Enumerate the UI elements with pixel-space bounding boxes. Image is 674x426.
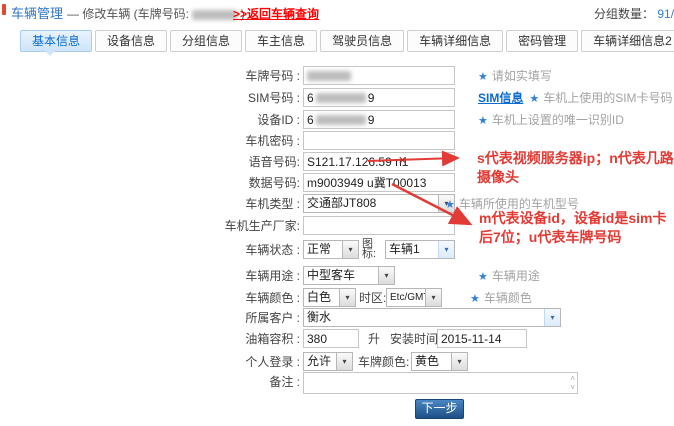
- vehicle-color-select[interactable]: 白色 ▾: [303, 288, 356, 307]
- manufacturer-label: 车机生产厂家:: [225, 216, 300, 236]
- group-count-value: 91/500: [657, 7, 674, 21]
- fuel-capacity-input[interactable]: [303, 329, 359, 348]
- personal-login-label: 个人登录 :: [245, 352, 300, 372]
- vehicle-usage-hint: ★车辆用途: [478, 266, 540, 287]
- device-id-prefix: 6: [307, 113, 314, 127]
- chevron-down-icon: ▾: [378, 267, 394, 284]
- next-step-button[interactable]: 下一步: [415, 399, 464, 419]
- chevron-down-icon: ▾: [339, 289, 355, 306]
- note-textarea[interactable]: ˄˅: [303, 372, 578, 394]
- redaction-blur: [316, 115, 366, 125]
- voice-number-input[interactable]: [303, 152, 455, 171]
- plate-color-label: 车牌颜色:: [358, 352, 409, 372]
- device-id-hint: ★车机上设置的唯一识别ID: [478, 110, 624, 131]
- spinner-icons: ˄˅: [570, 374, 575, 392]
- fuel-unit-label: 升: [368, 329, 380, 349]
- plate-number-row: 车牌号码 : ★请如实填写: [0, 66, 674, 86]
- vehicle-icon-select[interactable]: 车辆1 ▾: [385, 240, 455, 259]
- vehicle-usage-label: 车辆用途 :: [245, 266, 300, 286]
- required-star-icon: ★: [529, 93, 539, 105]
- vehicle-color-row: 车辆颜色 : 白色 ▾ 时区: Etc/GMT0 ▾ ★车辆颜色: [0, 288, 674, 308]
- vehicle-edit-page: 车辆管理— 修改车辆 (车牌号码: ) >>返回车辆查询 分组数量： 91/50…: [0, 0, 674, 426]
- tab-basic-info[interactable]: 基本信息: [20, 30, 92, 52]
- tab-vehicle-detail[interactable]: 车辆详细信息: [407, 30, 503, 52]
- customer-label: 所属客户 :: [245, 308, 300, 328]
- vehicle-usage-row: 车辆用途 : 中型客车 ▾ ★车辆用途: [0, 266, 674, 286]
- data-number-input[interactable]: [303, 173, 455, 192]
- device-id-input[interactable]: 6 9: [303, 110, 455, 129]
- data-number-label: 数据号码:: [249, 173, 300, 193]
- vehicle-color-hint: ★车辆颜色: [470, 288, 532, 309]
- voice-number-label: 语音号码:: [249, 152, 300, 172]
- icon-label: 图标:: [362, 239, 376, 259]
- chevron-down-icon: ▾: [336, 353, 352, 370]
- required-star-icon: ★: [445, 199, 455, 211]
- sim-number-row: SIM号码 : 6 9 SIM信息★车机上使用的SIM卡号码: [0, 88, 674, 108]
- group-count: 分组数量： 91/500: [594, 5, 674, 22]
- manufacturer-input[interactable]: [303, 216, 455, 235]
- sim-number-input[interactable]: 6 9: [303, 88, 455, 107]
- back-to-vehicle-query-link[interactable]: >>返回车辆查询: [233, 5, 319, 22]
- customer-select[interactable]: 衡水 ▾: [303, 308, 561, 327]
- page-title: 车辆管理: [11, 6, 63, 21]
- tab-owner-info[interactable]: 车主信息: [245, 30, 317, 52]
- sim-value-suffix: 9: [368, 91, 375, 105]
- plate-color-select[interactable]: 黄色 ▾: [411, 352, 468, 371]
- note-row: 备注 : ˄˅: [0, 372, 674, 396]
- device-type-select[interactable]: 交通部JT808 ▾: [303, 194, 455, 213]
- voice-number-annotation: s代表视频服务器ip；n代表几路摄像头: [477, 149, 674, 187]
- chevron-down-icon: ▾: [438, 241, 454, 258]
- personal-login-row: 个人登录 : 允许 ▾ 车牌颜色: 黄色 ▾: [0, 352, 674, 372]
- sim-value-prefix: 6: [307, 91, 314, 105]
- device-id-label: 设备ID :: [257, 110, 300, 130]
- timezone-label: 时区:: [359, 288, 386, 308]
- install-time-input[interactable]: [437, 329, 527, 348]
- sim-number-label: SIM号码 :: [248, 88, 300, 108]
- redacted-plate-number: [192, 10, 237, 20]
- chevron-down-icon: ▾: [544, 309, 560, 326]
- vehicle-status-select[interactable]: 正常 ▾: [303, 240, 359, 259]
- group-count-label: 分组数量：: [594, 7, 654, 21]
- customer-row: 所属客户 : 衡水 ▾: [0, 308, 674, 328]
- page-subtitle: — 修改车辆 (车牌号码:: [67, 7, 189, 21]
- chevron-down-icon: ▾: [451, 353, 467, 370]
- device-password-row: 车机密码 :: [0, 131, 674, 151]
- device-id-row: 设备ID : 6 9 ★车机上设置的唯一识别ID: [0, 110, 674, 130]
- device-id-suffix: 9: [368, 113, 375, 127]
- tab-driver-info[interactable]: 驾驶员信息: [320, 30, 404, 52]
- fuel-capacity-row: 油箱容积 : 升 安装时间:: [0, 329, 674, 349]
- tab-device-info[interactable]: 设备信息: [95, 30, 167, 52]
- tab-vehicle-detail2[interactable]: 车辆详细信息2: [581, 30, 674, 52]
- required-star-icon: ★: [478, 115, 488, 127]
- tab-group-info[interactable]: 分组信息: [170, 30, 242, 52]
- sim-hint: SIM信息★车机上使用的SIM卡号码: [478, 88, 673, 109]
- tab-password-mgmt[interactable]: 密码管理: [506, 30, 578, 52]
- page-header: 车辆管理— 修改车辆 (车牌号码: ): [11, 3, 245, 22]
- chevron-down-icon: ▾: [342, 241, 358, 258]
- note-label: 备注 :: [269, 372, 300, 392]
- device-password-label: 车机密码 :: [245, 131, 300, 151]
- timezone-select[interactable]: Etc/GMT0 ▾: [386, 288, 442, 307]
- plate-number-label: 车牌号码 :: [245, 66, 300, 86]
- data-number-annotation: m代表设备id，设备id是sim卡后7位；u代表车牌号码: [479, 209, 674, 247]
- chevron-down-icon: ▾: [425, 289, 441, 306]
- fuel-capacity-label: 油箱容积 :: [245, 329, 300, 349]
- redaction-blur: [316, 93, 366, 103]
- device-type-label: 车机类型 :: [245, 194, 300, 214]
- title-bullet-icon: [2, 4, 6, 15]
- required-star-icon: ★: [470, 293, 480, 305]
- sim-info-link[interactable]: SIM信息: [478, 91, 523, 105]
- redaction-blur: [307, 71, 351, 81]
- plate-number-input[interactable]: [303, 66, 455, 85]
- personal-login-select[interactable]: 允许 ▾: [303, 352, 353, 371]
- required-star-icon: ★: [478, 71, 488, 83]
- vehicle-status-label: 车辆状态 :: [245, 240, 300, 260]
- device-password-input[interactable]: [303, 131, 455, 150]
- vehicle-usage-select[interactable]: 中型客车 ▾: [303, 266, 395, 285]
- vehicle-color-label: 车辆颜色 :: [245, 288, 300, 308]
- required-star-icon: ★: [478, 271, 488, 283]
- plate-hint: ★请如实填写: [478, 66, 552, 87]
- tab-bar: 基本信息 设备信息 分组信息 车主信息 驾驶员信息 车辆详细信息 密码管理 车辆…: [20, 30, 674, 52]
- install-time-label: 安装时间:: [390, 329, 441, 349]
